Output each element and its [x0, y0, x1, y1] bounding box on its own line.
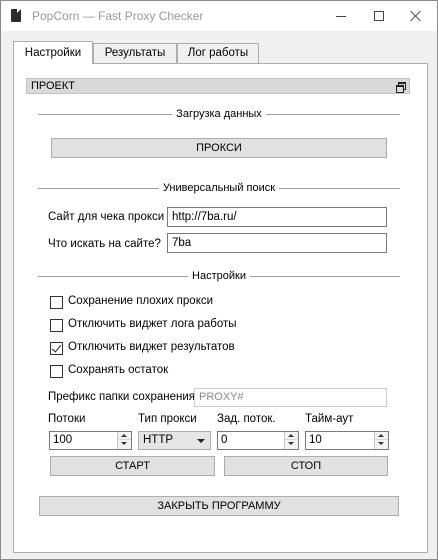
stop-button[interactable]: СТОП — [224, 456, 388, 476]
decrement-icon[interactable] — [375, 440, 388, 448]
save-folder-prefix-label: Префикс папки сохранения — [48, 391, 195, 403]
save-bad-proxies-checkbox[interactable] — [50, 296, 63, 309]
title-bar: PopCorn — Fast Proxy Checker — [1, 1, 437, 31]
save-folder-prefix-input[interactable]: PROXY# — [194, 388, 387, 407]
app-window: PopCorn — Fast Proxy Checker Настройки Р… — [0, 0, 438, 560]
disable-results-widget-checkbox[interactable] — [50, 342, 63, 355]
close-icon — [410, 10, 422, 22]
document-icon — [11, 9, 21, 22]
start-button[interactable]: СТАРТ — [50, 456, 215, 476]
universal-search-section: Универсальный поиск — [38, 182, 400, 194]
settings-section: Настройки — [38, 270, 400, 282]
find-label: Что искать на сайте? — [48, 238, 161, 250]
tab-work-log[interactable]: Лог работы — [177, 43, 259, 63]
chevron-down-icon — [197, 439, 205, 443]
window-title: PopCorn — Fast Proxy Checker — [32, 9, 204, 23]
thread-delay-stepper — [284, 432, 298, 449]
minimize-button[interactable] — [323, 1, 359, 31]
search-text-input[interactable]: 7ba — [167, 233, 387, 253]
save-remainder-checkbox[interactable] — [50, 365, 63, 378]
maximize-icon — [374, 11, 384, 21]
timeout-label: Тайм-аут — [305, 413, 354, 425]
project-label: ПРОЕКТ — [31, 80, 76, 92]
proxy-type-select[interactable]: HTTP — [138, 431, 211, 450]
universal-search-title: Универсальный поиск — [158, 182, 280, 194]
increment-icon[interactable] — [285, 432, 298, 440]
thread-delay-spinbox[interactable]: 0 — [217, 431, 299, 450]
data-loading-title: Загрузка данных — [172, 108, 266, 120]
threads-stepper — [117, 432, 131, 449]
close-window-button[interactable] — [398, 1, 434, 31]
timeout-stepper — [374, 432, 388, 449]
proxy-button[interactable]: ПРОКСИ — [51, 138, 387, 158]
checkbox-label: Отключить виджет результатов — [68, 341, 235, 353]
increment-icon[interactable] — [118, 432, 131, 440]
proxy-type-label: Тип прокси — [138, 413, 197, 425]
tab-settings[interactable]: Настройки — [13, 41, 93, 64]
site-url-input[interactable]: http://7ba.ru/ — [167, 207, 387, 227]
data-loading-section: Загрузка данных — [38, 108, 400, 120]
close-program-button[interactable]: ЗАКРЫТЬ ПРОГРАММУ — [39, 496, 399, 516]
settings-title: Настройки — [188, 270, 250, 282]
site-label: Сайт для чека прокси — [48, 211, 165, 223]
maximize-button[interactable] — [361, 1, 397, 31]
disable-log-widget-checkbox[interactable] — [50, 319, 63, 332]
increment-icon[interactable] — [375, 432, 388, 440]
timeout-value: 10 — [309, 434, 322, 446]
checkbox-label: Сохранение плохих прокси — [68, 295, 214, 307]
tab-results[interactable]: Результаты — [93, 43, 177, 63]
timeout-spinbox[interactable]: 10 — [305, 431, 389, 450]
proxy-type-value: HTTP — [143, 434, 174, 446]
settings-panel: ПРОЕКТ Загрузка данных ПРОКСИ Универсаль… — [13, 63, 428, 553]
thread-delay-label: Зад. поток. — [217, 413, 276, 425]
decrement-icon[interactable] — [285, 440, 298, 448]
threads-label: Потоки — [48, 413, 86, 425]
decrement-icon[interactable] — [118, 440, 131, 448]
project-bar[interactable]: ПРОЕКТ — [26, 78, 410, 94]
threads-spinbox[interactable]: 100 — [49, 431, 132, 450]
checkbox-label: Отключить виджет лога работы — [68, 318, 237, 330]
minimize-icon — [336, 15, 346, 17]
restore-icon[interactable] — [396, 82, 406, 93]
checkbox-label: Сохранять остаток — [68, 364, 169, 376]
thread-delay-value: 0 — [221, 434, 228, 446]
threads-value: 100 — [53, 434, 73, 446]
